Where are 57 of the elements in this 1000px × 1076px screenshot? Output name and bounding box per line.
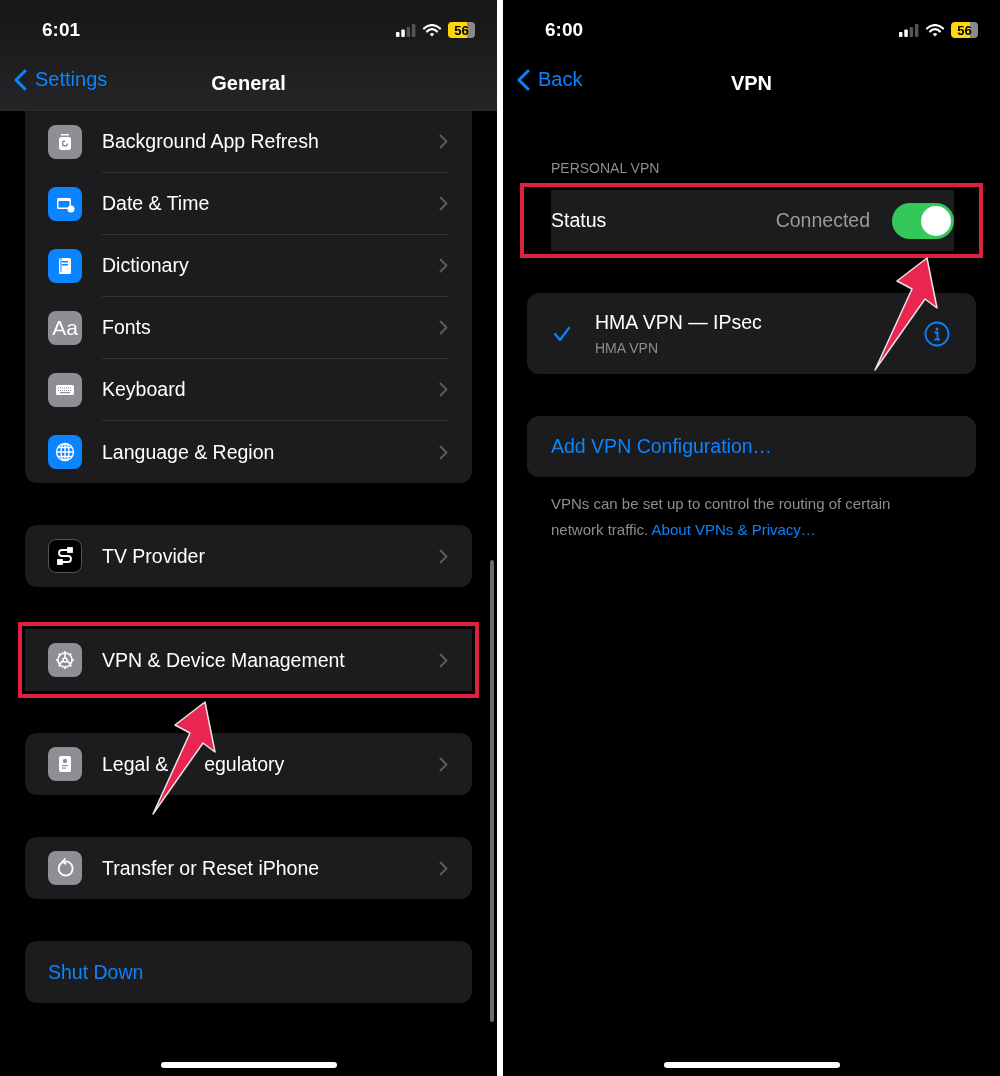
chevron-icon (439, 382, 448, 397)
configuration-subtitle: HMA VPN (595, 340, 659, 356)
privacy-link[interactable]: About VPNs & Privacy… (651, 521, 816, 538)
chevron-icon (439, 548, 448, 564)
chevron-icon (439, 196, 448, 211)
row-label[interactable]: Background App Refresh (102, 130, 439, 153)
back-chevron-icon (14, 68, 27, 91)
row-label[interactable]: Legal & (102, 752, 169, 776)
chevron-icon (439, 652, 448, 668)
info-icon[interactable] (924, 320, 950, 347)
wifi-icon (423, 23, 441, 37)
configuration-name: HMA VPN — IPsec (595, 311, 763, 334)
status-value: Connected (775, 209, 870, 232)
status-time: 6:01 (42, 19, 82, 41)
wifi-icon (926, 23, 944, 37)
chevron-icon (439, 444, 448, 460)
status-time: 6:00 (545, 19, 585, 41)
document-icon (48, 747, 82, 781)
chevron-icon (439, 134, 448, 149)
row-label[interactable]: egulatory (204, 752, 285, 776)
row-label[interactable]: Language & Region (102, 440, 439, 464)
gear-icon (48, 643, 82, 677)
back-chevron-icon (517, 68, 530, 91)
row-label[interactable]: Dictionary (102, 254, 439, 277)
battery-indicator: 56 (951, 22, 978, 38)
globe-icon (48, 435, 82, 469)
cable-icon (48, 539, 82, 573)
book-icon (48, 249, 82, 283)
calendar-icon (48, 187, 82, 221)
footer-text: VPNs can be set up to control the routing of certain network traffic. About VPNs & Privacy… (550, 494, 892, 540)
signal-icon (899, 23, 919, 37)
row-label[interactable]: Transfer or Reset iPhone (102, 856, 439, 880)
row-label[interactable]: VPN & Device Management (102, 648, 439, 672)
signal-icon (396, 23, 416, 37)
section-header: PERSONAL VPN (550, 159, 661, 178)
vpn-toggle[interactable] (892, 202, 954, 239)
row-label[interactable]: TV Provider (102, 544, 439, 568)
row-label[interactable]: Keyboard (102, 378, 439, 401)
nav-title: VPN (730, 71, 773, 95)
refresh-icon (48, 125, 82, 159)
fonts-icon: Aa (48, 311, 82, 345)
nav-title: General (211, 71, 286, 95)
chevron-icon (439, 756, 448, 772)
chevron-icon (439, 860, 448, 876)
chevron-icon (439, 320, 448, 335)
reset-icon (48, 851, 82, 885)
add-configuration-button[interactable]: Add VPN Configuration… (551, 435, 773, 458)
keyboard-icon (48, 373, 82, 407)
row-label[interactable]: Date & Time (102, 192, 439, 215)
status-label: Status (551, 209, 608, 232)
vpn-configuration[interactable]: HMA VPN — IPsec HMA VPN (527, 293, 976, 374)
chevron-icon (439, 258, 448, 273)
back-button[interactable]: Settings (14, 68, 108, 91)
row-label[interactable]: Fonts (102, 316, 439, 339)
shut-down-button[interactable]: Shut Down (48, 960, 144, 984)
back-button[interactable]: Back (517, 68, 583, 91)
battery-indicator: 56 (448, 22, 475, 38)
